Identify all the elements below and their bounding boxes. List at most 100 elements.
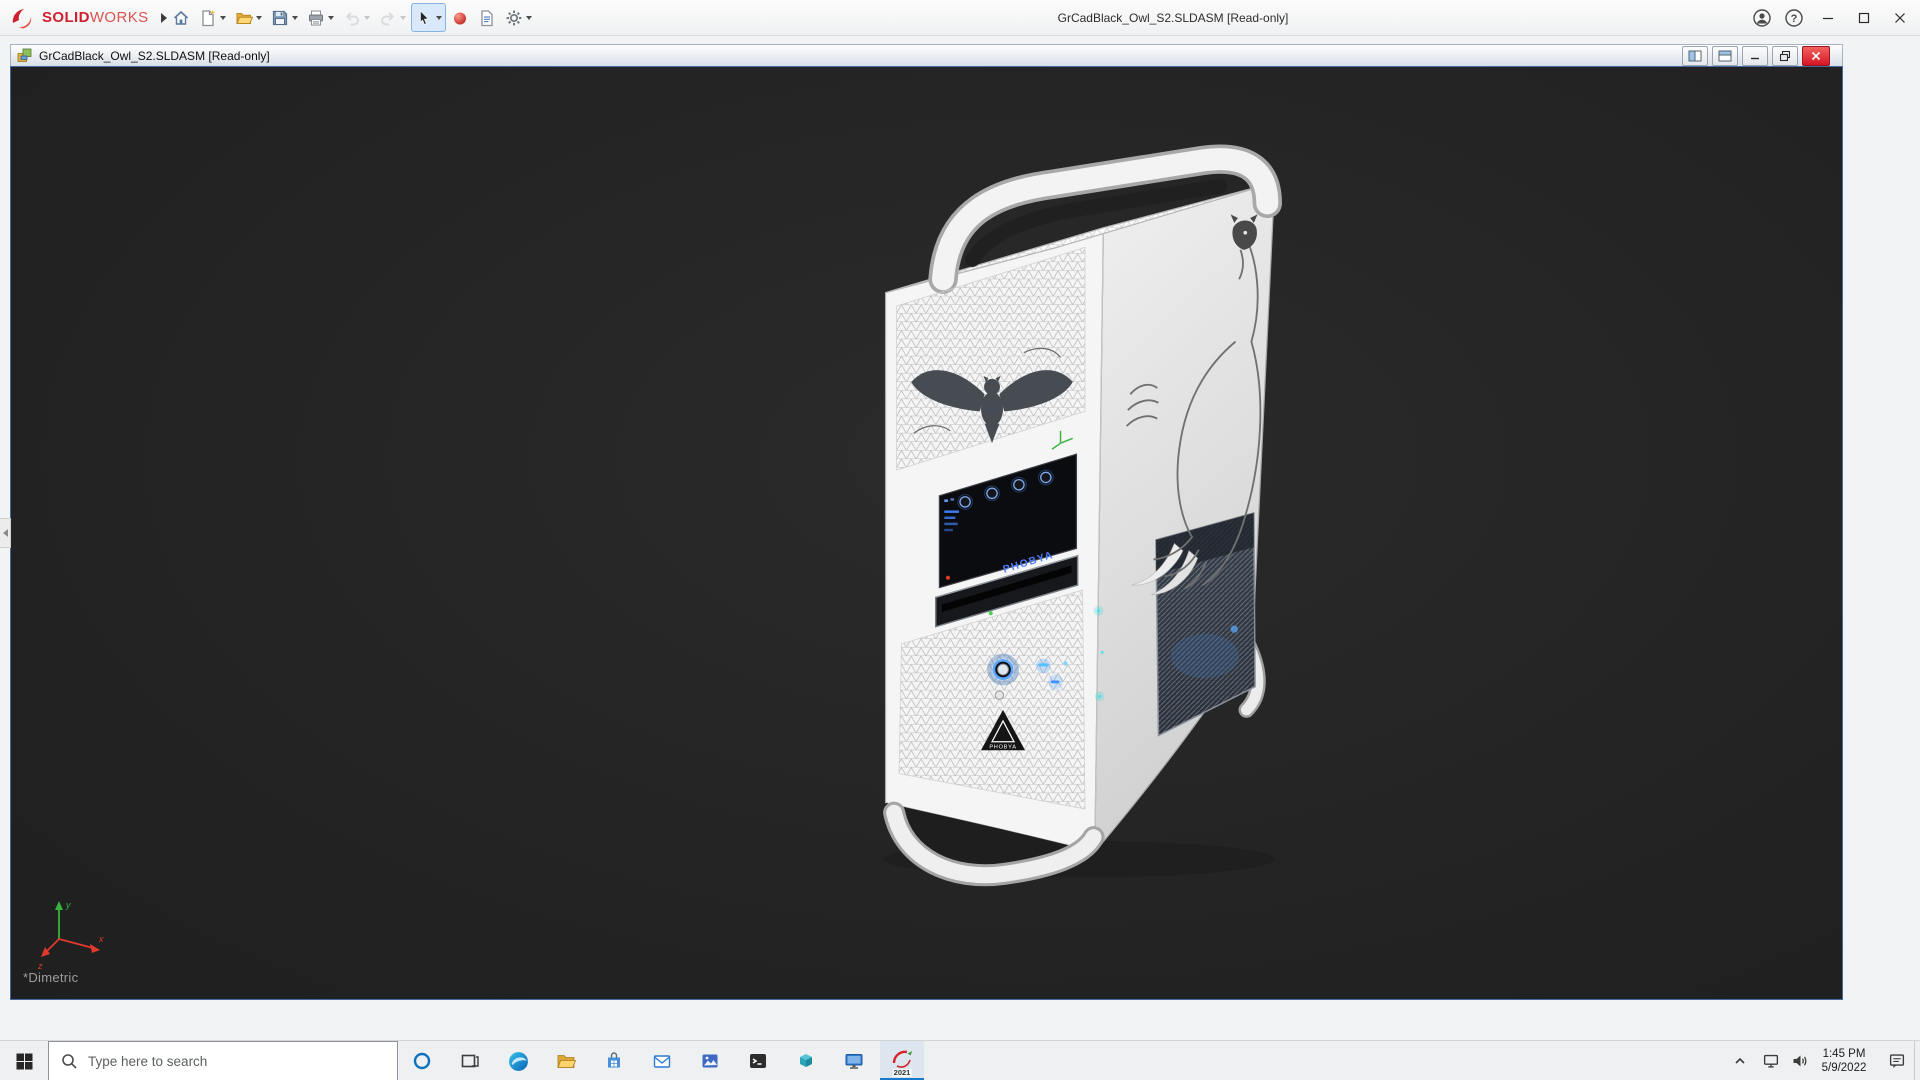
tray-volume-button[interactable] — [1786, 1041, 1814, 1080]
document-window-controls — [1682, 46, 1830, 66]
solidworks-logo: SOLIDWORKS — [10, 5, 167, 30]
3d-model-pc-case[interactable]: PHOBYA PHOBYA — [877, 105, 1293, 889]
redo-button[interactable] — [375, 3, 410, 32]
print-icon — [307, 9, 325, 27]
maximize-button[interactable] — [1846, 0, 1882, 35]
home-icon — [172, 9, 190, 27]
task-view-icon — [460, 1051, 480, 1071]
tray-clock[interactable]: 1:45 PM 5/9/2022 — [1812, 1041, 1876, 1080]
new-document-button[interactable] — [195, 3, 230, 32]
3d-app-icon — [795, 1050, 817, 1072]
app-title-bar: SOLIDWORKS — [0, 0, 1920, 36]
graphics-area[interactable]: PHOBYA PHOBYA — [10, 66, 1843, 1000]
document-title: GrCadBlack_Owl_S2.SLDASM [Read-only] — [39, 49, 270, 63]
taskbar-app-mail[interactable] — [640, 1041, 684, 1080]
file-properties-button[interactable] — [474, 3, 500, 32]
save-icon — [271, 9, 289, 27]
tray-date: 5/9/2022 — [1822, 1061, 1867, 1075]
taskbar-cortana-button[interactable] — [400, 1041, 444, 1080]
doc-close-icon — [1810, 50, 1822, 62]
triad-y-label: y — [65, 900, 71, 910]
redo-icon — [379, 9, 397, 27]
taskbar-search-box[interactable] — [48, 1041, 398, 1080]
solidworks-wordmark: SOLIDWORKS — [42, 9, 149, 26]
save-dropdown-arrow[interactable] — [292, 16, 298, 20]
tile-window-icon — [1688, 50, 1702, 62]
account-icon — [1752, 8, 1772, 28]
tray-network-button[interactable] — [1756, 1041, 1786, 1080]
document-title-bar[interactable]: GrCadBlack_Owl_S2.SLDASM [Read-only] — [10, 44, 1843, 66]
solidworks-version-badge: 2021 — [893, 1069, 912, 1077]
open-dropdown-arrow[interactable] — [256, 16, 262, 20]
tile-window-button[interactable] — [1682, 46, 1708, 66]
cascade-window-icon — [1718, 50, 1732, 62]
doc-restore-icon — [1779, 50, 1791, 62]
file-properties-icon — [478, 9, 496, 27]
photos-icon — [699, 1050, 721, 1072]
menu-expand-arrow-icon[interactable] — [161, 13, 167, 23]
desktop-screen: SOLIDWORKS — [0, 0, 1920, 1080]
taskbar-app-command-prompt[interactable] — [736, 1041, 780, 1080]
svg-text:?: ? — [1791, 13, 1798, 25]
new-document-icon — [199, 9, 217, 27]
home-button[interactable] — [168, 3, 194, 32]
doc-close-button[interactable] — [1802, 46, 1830, 66]
taskbar-app-file-explorer[interactable] — [544, 1041, 588, 1080]
assembly-document-icon — [16, 47, 33, 64]
account-button[interactable] — [1746, 0, 1778, 35]
tray-chevron-icon — [1732, 1053, 1748, 1069]
tray-hidden-icons-button[interactable] — [1726, 1041, 1754, 1080]
minimize-button[interactable] — [1810, 0, 1846, 35]
doc-minimize-icon — [1749, 50, 1761, 62]
print-dropdown-arrow[interactable] — [328, 16, 334, 20]
select-tool-dropdown-arrow[interactable] — [436, 16, 442, 20]
cascade-window-button[interactable] — [1712, 46, 1738, 66]
task-view-button[interactable] — [448, 1041, 492, 1080]
solidworks-logo-icon — [10, 7, 36, 29]
taskbar-app-photos[interactable] — [688, 1041, 732, 1080]
volume-icon — [1790, 1051, 1810, 1071]
store-icon — [603, 1050, 625, 1072]
doc-minimize-button[interactable] — [1742, 46, 1768, 66]
start-icon — [16, 1053, 33, 1070]
network-icon — [1761, 1051, 1781, 1071]
minimize-icon — [1821, 11, 1835, 25]
taskbar-app-store[interactable] — [592, 1041, 636, 1080]
rebuild-button[interactable] — [447, 3, 473, 32]
select-tool-button[interactable] — [411, 3, 446, 32]
options-gear-icon — [505, 9, 523, 27]
print-button[interactable] — [303, 3, 338, 32]
open-button[interactable] — [231, 3, 266, 32]
panel-collapse-icon — [3, 529, 8, 537]
command-prompt-icon — [747, 1050, 769, 1072]
taskbar-app-edge[interactable] — [496, 1041, 540, 1080]
close-button[interactable] — [1882, 0, 1918, 35]
main-toolbar — [168, 3, 536, 32]
cortana-icon — [412, 1051, 432, 1071]
edge-icon — [507, 1050, 530, 1073]
undo-dropdown-arrow[interactable] — [364, 16, 370, 20]
search-input[interactable] — [86, 1053, 397, 1070]
doc-restore-button[interactable] — [1772, 46, 1798, 66]
help-button[interactable]: ? — [1778, 0, 1810, 35]
mail-icon — [651, 1050, 673, 1072]
start-button[interactable] — [0, 1041, 48, 1080]
redo-dropdown-arrow[interactable] — [400, 16, 406, 20]
tray-time: 1:45 PM — [1823, 1047, 1866, 1061]
show-desktop-button[interactable] — [1914, 1041, 1920, 1080]
close-icon — [1893, 11, 1907, 25]
action-center-button[interactable] — [1880, 1041, 1914, 1080]
options-button[interactable] — [501, 3, 536, 32]
new-document-dropdown-arrow[interactable] — [220, 16, 226, 20]
options-dropdown-arrow[interactable] — [526, 16, 532, 20]
undo-button[interactable] — [339, 3, 374, 32]
action-center-icon — [1887, 1051, 1907, 1071]
triad-x-label: x — [98, 934, 104, 944]
view-orientation-label: *Dimetric — [23, 970, 78, 985]
panel-collapse-tab[interactable] — [0, 518, 11, 548]
save-button[interactable] — [267, 3, 302, 32]
taskbar-app-remote-desktop[interactable] — [832, 1041, 876, 1080]
remote-desktop-icon — [843, 1050, 865, 1072]
taskbar-app-3d-viewer[interactable] — [784, 1041, 828, 1080]
taskbar-app-solidworks[interactable]: 2021 — [880, 1041, 924, 1080]
